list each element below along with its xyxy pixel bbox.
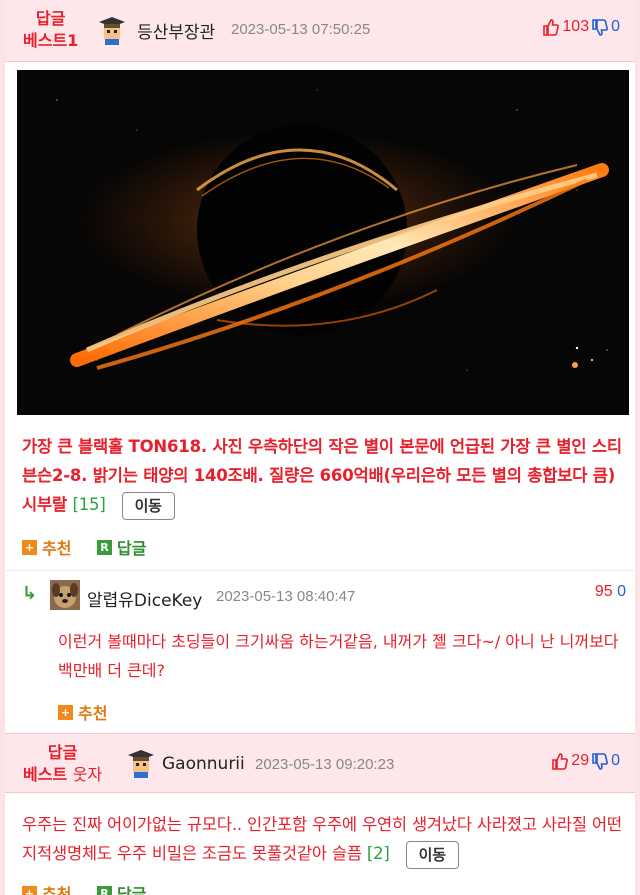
reply-count[interactable]: [2] <box>367 844 390 863</box>
plus-icon: + <box>58 704 73 720</box>
thumbs-down-icon[interactable] <box>592 752 609 770</box>
move-button[interactable]: 이동 <box>121 491 175 520</box>
divider <box>5 570 635 571</box>
post-timestamp: 2023-05-13 07:50:25 <box>231 21 371 38</box>
vote-counts: 29 0 <box>552 752 620 770</box>
thumbs-up-icon[interactable] <box>552 752 569 770</box>
upvote-count: 103 <box>562 18 590 35</box>
post-content: 우주는 진짜 어이가없는 규모다.. 인간포함 우주에 우연히 생겨났다 사라졌… <box>22 810 622 869</box>
reply-content: 이런거 볼때마다 초딩들이 크기싸움 하는거같음, 내꺼가 젤 크다~/ 아니 … <box>58 632 619 680</box>
reply-r-icon: R <box>97 885 112 895</box>
black-hole-image <box>17 70 629 415</box>
recommend-button[interactable]: + 추천 <box>22 881 71 895</box>
reply-count[interactable]: [15] <box>73 495 106 514</box>
plus-icon: + <box>22 539 37 555</box>
reply-r-icon: R <box>97 539 112 555</box>
reply-arrow-icon: ↳ <box>22 583 38 604</box>
dog-avatar-icon <box>50 580 80 610</box>
post-content: 가장 큰 블랙홀 TON618. 사진 우측하단의 작은 별이 본문에 언급된 … <box>22 432 624 520</box>
vote-counts: 103 0 <box>543 18 620 36</box>
recommend-button[interactable]: + 추천 <box>22 535 71 559</box>
best-badge: 답글 베스트1 <box>23 9 79 50</box>
downvote-count: 0 <box>611 752 620 769</box>
reply-timestamp: 2023-05-13 08:40:47 <box>216 588 356 605</box>
reply-button[interactable]: R 답글 <box>97 535 146 559</box>
downvote-count: 0 <box>611 18 620 35</box>
reply-vote-counts: 95 0 <box>595 583 626 601</box>
graduate-avatar-icon <box>97 15 127 45</box>
thumbs-up-icon[interactable] <box>543 18 560 36</box>
plus-icon: + <box>22 885 37 895</box>
reply-downvote-count: 0 <box>617 583 626 600</box>
upvote-count: 29 <box>571 752 590 769</box>
move-button[interactable]: 이동 <box>405 840 459 869</box>
thumbs-down-icon[interactable] <box>592 18 609 36</box>
graduate-avatar-icon <box>126 748 156 778</box>
best-reply-header: 답글 베스트1 등산부장관 2023-05-13 07:50:25 103 0 <box>5 0 635 62</box>
reply-button[interactable]: R 답글 <box>97 881 146 895</box>
author-nickname[interactable]: 등산부장관 <box>137 18 215 43</box>
reply-upvote-count: 95 <box>594 583 613 600</box>
reply-author-nickname[interactable]: 알렵유DiceKey <box>87 586 202 611</box>
reply-recommend-button[interactable]: + 추천 <box>58 700 107 724</box>
author-nickname[interactable]: Gaonnurii <box>162 754 245 774</box>
best-reply-header: 답글 베스트 웃자 Gaonnurii 2023-05-13 09:20:23 … <box>5 733 635 793</box>
post-timestamp: 2023-05-13 09:20:23 <box>255 756 395 773</box>
best-badge: 답글 베스트 웃자 <box>23 743 103 784</box>
